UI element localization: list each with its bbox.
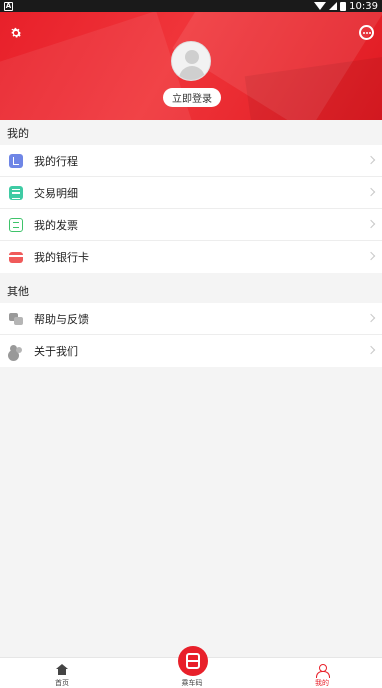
status-left: A [4, 1, 13, 11]
notification-icon: A [4, 1, 13, 11]
login-button[interactable]: 立即登录 [163, 88, 221, 107]
home-icon [56, 664, 68, 675]
section-title-mine: 我的 [0, 120, 382, 145]
help-feedback-icon [9, 312, 23, 326]
ride-code-button[interactable] [178, 646, 208, 676]
list-item-label: 帮助与反馈 [34, 312, 89, 326]
more-button[interactable] [359, 25, 374, 40]
list-item-about-us[interactable]: 关于我们 [0, 335, 382, 367]
status-bar: A 10:39 [0, 0, 382, 12]
chevron-right-icon [366, 155, 376, 165]
avatar-head [185, 50, 199, 64]
chevron-right-icon [366, 313, 376, 323]
chevron-right-icon [366, 251, 376, 261]
wifi-icon [314, 2, 327, 10]
avatar-body [179, 66, 205, 80]
nav-tab-label: 我的 [315, 679, 329, 687]
list-item-label: 交易明细 [34, 186, 78, 200]
list-item-label: 关于我们 [34, 345, 78, 358]
section-title-other: 其他 [0, 278, 382, 303]
list-item-transaction-details[interactable]: 交易明细 [0, 177, 382, 209]
bank-card-icon [9, 251, 23, 263]
profile-header: 立即登录 [0, 12, 382, 120]
list-other: 帮助与反馈 关于我们 [0, 303, 382, 367]
list-item-label: 我的银行卡 [34, 251, 89, 264]
nav-tab-mine[interactable]: 我的 [292, 658, 352, 688]
list-item-my-invoices[interactable]: 我的发票 [0, 209, 382, 241]
chevron-right-icon [366, 219, 376, 229]
avatar[interactable] [171, 41, 211, 81]
gear-icon [11, 27, 22, 38]
status-right: 10:39 [314, 1, 378, 12]
signal-icon [329, 2, 338, 10]
transaction-detail-icon [9, 185, 23, 200]
chevron-right-icon [366, 345, 376, 355]
nav-tab-label: 首页 [55, 679, 69, 687]
bottom-nav: 首页 乘车码 我的 [0, 646, 382, 688]
more-dot [368, 31, 371, 34]
battery-icon [340, 1, 347, 11]
nav-tab-label: 乘车码 [181, 679, 203, 687]
settings-button[interactable] [9, 26, 23, 40]
list-mine: 我的行程 交易明细 我的发票 我的银行卡 [0, 145, 382, 273]
list-item-label: 我的发票 [34, 218, 78, 232]
nav-tab-ride-code[interactable]: 乘车码 [162, 646, 222, 688]
status-time: 10:39 [349, 0, 378, 12]
person-icon [316, 664, 330, 678]
bus-icon [186, 653, 200, 669]
list-item-help-feedback[interactable]: 帮助与反馈 [0, 303, 382, 335]
chevron-right-icon [366, 187, 376, 197]
about-us-icon [9, 344, 23, 358]
list-item-label: 我的行程 [34, 154, 78, 168]
header-decoration [0, 12, 194, 120]
list-item-my-bank-cards[interactable]: 我的银行卡 [0, 241, 382, 273]
invoice-icon [9, 217, 23, 232]
more-dot [365, 31, 368, 34]
nav-tab-home[interactable]: 首页 [32, 658, 92, 688]
trip-icon [9, 153, 23, 168]
list-item-my-trips[interactable]: 我的行程 [0, 145, 382, 177]
more-dots-icon [362, 31, 365, 34]
